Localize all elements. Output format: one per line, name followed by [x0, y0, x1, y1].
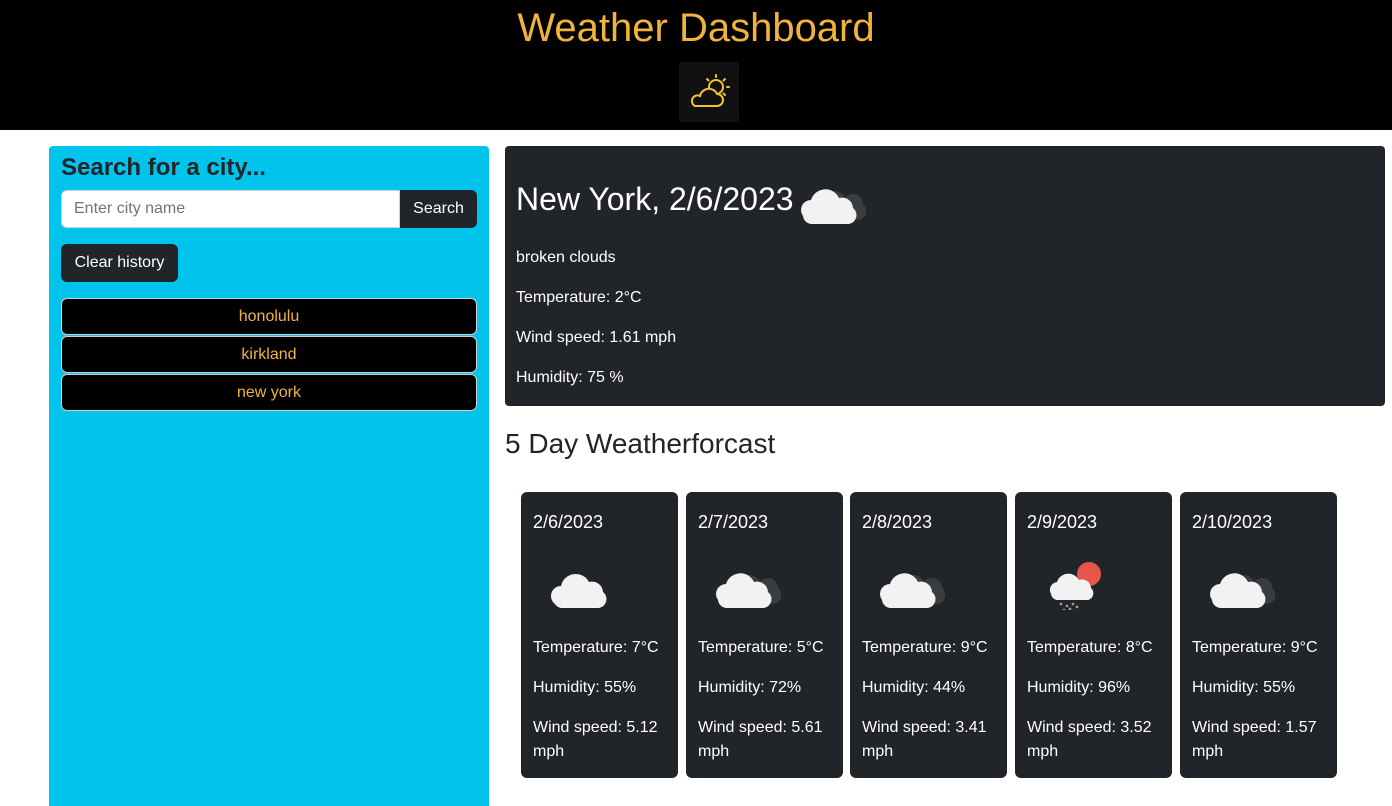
forecast-humidity: Humidity: 72%: [698, 679, 802, 696]
overcast-clouds-icon: [543, 554, 619, 615]
forecast-wind-speed: Wind speed: 3.52 mph: [1027, 719, 1152, 760]
search-button[interactable]: Search: [400, 190, 477, 228]
forecast-wind-speed: Wind speed: 1.57 mph: [1192, 719, 1317, 760]
forecast-humidity: Humidity: 55%: [1192, 679, 1296, 696]
broken-clouds-icon: [793, 170, 869, 231]
search-heading: Search for a city...: [61, 154, 266, 181]
forecast-title: 5 Day Weatherforcast: [505, 428, 776, 459]
history-item-kirkland[interactable]: kirkland: [61, 336, 477, 373]
forecast-humidity: Humidity: 96%: [1027, 679, 1131, 696]
history-item-new-york[interactable]: new york: [61, 374, 477, 411]
current-weather-card: New York, 2/6/2023 broken clouds Tempera…: [505, 146, 1385, 406]
forecast-date: 2/7/2023: [698, 512, 769, 532]
current-city-date: New York, 2/6/2023: [516, 181, 794, 217]
forecast-card: 2/6/2023 Temperature: 7°C Humidity: 55% …: [521, 492, 678, 778]
forecast-date: 2/8/2023: [862, 512, 933, 532]
forecast-date: 2/9/2023: [1027, 512, 1098, 532]
forecast-card: 2/8/2023 Temperature: 9°C Humidity: 44% …: [850, 492, 1007, 778]
forecast-date: 2/6/2023: [533, 512, 604, 532]
search-history-list: honolulu kirkland new york: [61, 298, 477, 412]
forecast-card: 2/10/2023 Temperature: 9°C Humidity: 55%…: [1180, 492, 1337, 778]
forecast-humidity: Humidity: 55%: [533, 679, 637, 696]
page-title: Weather Dashboard: [517, 6, 875, 50]
forecast-temperature: Temperature: 9°C: [862, 639, 988, 656]
broken-clouds-icon: [872, 554, 948, 615]
current-description: broken clouds: [516, 249, 616, 266]
forecast-temperature: Temperature: 7°C: [533, 639, 659, 656]
cloud-sun-icon: [679, 62, 739, 122]
forecast-date: 2/10/2023: [1192, 512, 1273, 532]
forecast-wind-speed: Wind speed: 5.12 mph: [533, 719, 658, 760]
broken-clouds-icon: [1202, 554, 1278, 615]
broken-clouds-icon: [708, 554, 784, 615]
clear-history-button[interactable]: Clear history: [61, 244, 178, 282]
forecast-temperature: Temperature: 9°C: [1192, 639, 1318, 656]
search-panel: Search for a city... Search Clear histor…: [49, 146, 489, 806]
forecast-card: 2/9/2023 Temperature: 8°C Humidity: 96% …: [1015, 492, 1172, 778]
current-temperature: Temperature: 2°C: [516, 289, 642, 306]
forecast-wind-speed: Wind speed: 3.41 mph: [862, 719, 987, 760]
history-item-honolulu[interactable]: honolulu: [61, 298, 477, 335]
forecast-wind-speed: Wind speed: 5.61 mph: [698, 719, 823, 760]
forecast-humidity: Humidity: 44%: [862, 679, 966, 696]
current-wind-speed: Wind speed: 1.61 mph: [516, 329, 677, 346]
city-search-input[interactable]: [61, 190, 400, 228]
current-humidity: Humidity: 75 %: [516, 369, 624, 386]
rain-sun-icon: [1037, 554, 1113, 615]
forecast-temperature: Temperature: 5°C: [698, 639, 824, 656]
forecast-temperature: Temperature: 8°C: [1027, 639, 1153, 656]
header: Weather Dashboard: [0, 0, 1392, 130]
forecast-card: 2/7/2023 Temperature: 5°C Humidity: 72% …: [686, 492, 843, 778]
